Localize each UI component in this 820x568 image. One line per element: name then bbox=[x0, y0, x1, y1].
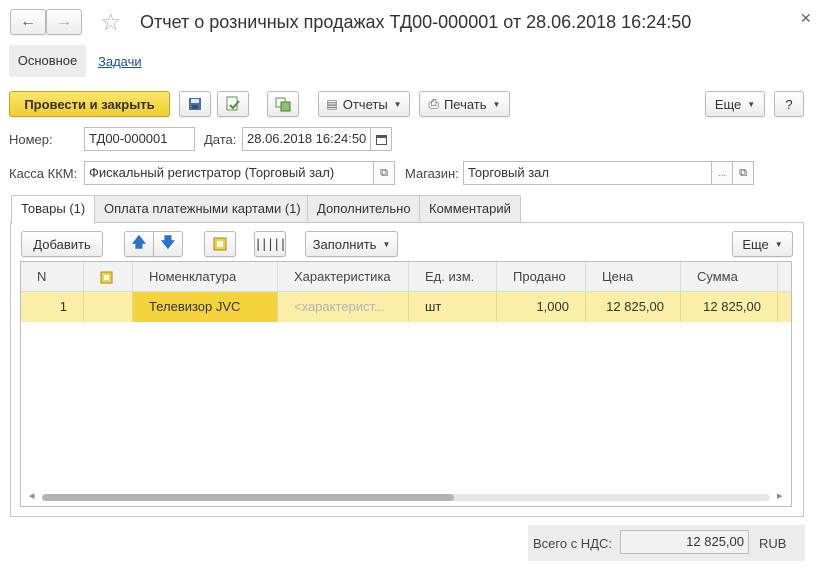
column-header-n[interactable]: N bbox=[21, 262, 84, 292]
column-header-sold[interactable]: Продано bbox=[497, 262, 586, 292]
reports-icon: ▤ bbox=[326, 97, 338, 111]
add-button[interactable]: Добавить bbox=[21, 231, 103, 257]
save-icon bbox=[189, 98, 201, 110]
move-up-button[interactable]: 🡅 bbox=[124, 231, 154, 257]
barcode-button[interactable]: ||||| bbox=[254, 231, 287, 257]
open-link-icon: ⧉ bbox=[380, 166, 388, 179]
print-button[interactable]: ⎙ Печать ▼ bbox=[419, 91, 510, 117]
store-select-button[interactable]: ... bbox=[711, 161, 733, 185]
chevron-down-icon: ▼ bbox=[393, 99, 402, 109]
total-label: Всего с НДС: bbox=[533, 536, 613, 551]
tab-goods[interactable]: Товары (1) bbox=[11, 195, 96, 224]
open-store-button[interactable]: ⧉ bbox=[732, 161, 754, 185]
post-document-icon bbox=[226, 96, 240, 111]
horizontal-scrollbar-thumb[interactable] bbox=[42, 494, 454, 501]
tab-comment[interactable]: Комментарий bbox=[419, 195, 521, 223]
related-documents-button[interactable] bbox=[267, 91, 299, 117]
number-field[interactable]: ТД00-000001 bbox=[84, 127, 195, 151]
date-label: Дата: bbox=[204, 132, 237, 147]
pick-icon bbox=[213, 237, 227, 251]
register-field[interactable]: Фискальный регистратор (Торговый зал) bbox=[84, 161, 374, 185]
select-items-button[interactable] bbox=[204, 231, 236, 257]
column-header-icon[interactable] bbox=[84, 262, 133, 292]
pick-icon bbox=[100, 271, 113, 284]
close-icon[interactable]: ✕ bbox=[800, 10, 812, 27]
row-sold-cell[interactable]: 1,000 bbox=[497, 292, 586, 322]
calendar-button[interactable] bbox=[370, 127, 392, 151]
printer-icon: ⎙ bbox=[428, 96, 439, 111]
tab-additional[interactable]: Дополнительно bbox=[307, 195, 421, 223]
fill-button[interactable]: Заполнить ▼ bbox=[305, 231, 398, 257]
store-field[interactable]: Торговый зал bbox=[463, 161, 713, 185]
favorite-star-icon[interactable]: ☆ bbox=[100, 8, 122, 37]
column-header-unit[interactable]: Ед. изм. bbox=[409, 262, 497, 292]
more-button[interactable]: Еще ▼ bbox=[705, 91, 765, 117]
row-item-cell[interactable]: Телевизор JVC bbox=[133, 292, 278, 322]
column-header-characteristic[interactable]: Характеристика bbox=[278, 262, 409, 292]
chevron-down-icon: ▼ bbox=[747, 99, 756, 109]
column-header-sum[interactable]: Сумма bbox=[681, 262, 778, 292]
calendar-icon bbox=[375, 134, 387, 145]
row-price-cell[interactable]: 12 825,00 bbox=[586, 292, 681, 322]
row-characteristic-cell[interactable]: <характерист... bbox=[278, 292, 409, 322]
store-label: Магазин: bbox=[405, 166, 459, 181]
post-and-close-button[interactable]: Провести и закрыть bbox=[9, 91, 170, 117]
back-button[interactable]: ← bbox=[10, 9, 46, 35]
forward-button[interactable]: → bbox=[46, 9, 82, 35]
chevron-down-icon: ▼ bbox=[382, 239, 391, 249]
open-register-button[interactable]: ⧉ bbox=[373, 161, 395, 185]
number-label: Номер: bbox=[9, 132, 53, 147]
open-link-icon: ⧉ bbox=[739, 166, 747, 179]
chevron-down-icon: ▼ bbox=[774, 239, 783, 249]
post-button[interactable] bbox=[217, 91, 249, 117]
table-more-button[interactable]: Еще ▼ bbox=[732, 231, 793, 257]
chevron-down-icon: ▼ bbox=[492, 99, 501, 109]
total-field: 12 825,00 bbox=[620, 530, 749, 554]
scroll-right-icon[interactable]: ▶ bbox=[777, 492, 782, 500]
arrow-right-icon: → bbox=[56, 13, 72, 30]
window-title: Отчет о розничных продажах ТД00-000001 о… bbox=[140, 12, 692, 32]
move-down-button[interactable]: 🡇 bbox=[153, 231, 183, 257]
currency-label: RUB bbox=[759, 536, 787, 551]
arrow-down-icon: 🡇 bbox=[160, 234, 176, 250]
reports-button[interactable]: ▤ Отчеты ▼ bbox=[318, 91, 410, 117]
row-unit-cell[interactable]: шт bbox=[409, 292, 497, 322]
register-label: Касса ККМ: bbox=[9, 166, 78, 181]
tab-card-payments[interactable]: Оплата платежными картами (1) bbox=[94, 195, 311, 223]
row-icon-cell bbox=[84, 292, 133, 322]
row-sum-cell[interactable]: 12 825,00 bbox=[681, 292, 778, 322]
scroll-left-icon[interactable]: ◀ bbox=[29, 492, 34, 500]
date-field[interactable]: 28.06.2018 16:24:50 bbox=[242, 127, 371, 151]
row-number: 1 bbox=[21, 292, 84, 322]
help-button[interactable]: ? bbox=[774, 91, 804, 117]
arrow-left-icon: ← bbox=[20, 13, 36, 30]
barcode-icon: ||||| bbox=[254, 237, 286, 251]
column-header-item[interactable]: Номенклатура bbox=[133, 262, 278, 292]
structure-icon bbox=[275, 97, 291, 112]
nav-tasks[interactable]: Задачи bbox=[98, 54, 142, 69]
nav-main[interactable]: Основное bbox=[9, 45, 86, 77]
save-button[interactable] bbox=[179, 91, 211, 117]
arrow-up-icon: 🡅 bbox=[131, 234, 147, 250]
column-header-price[interactable]: Цена bbox=[586, 262, 681, 292]
